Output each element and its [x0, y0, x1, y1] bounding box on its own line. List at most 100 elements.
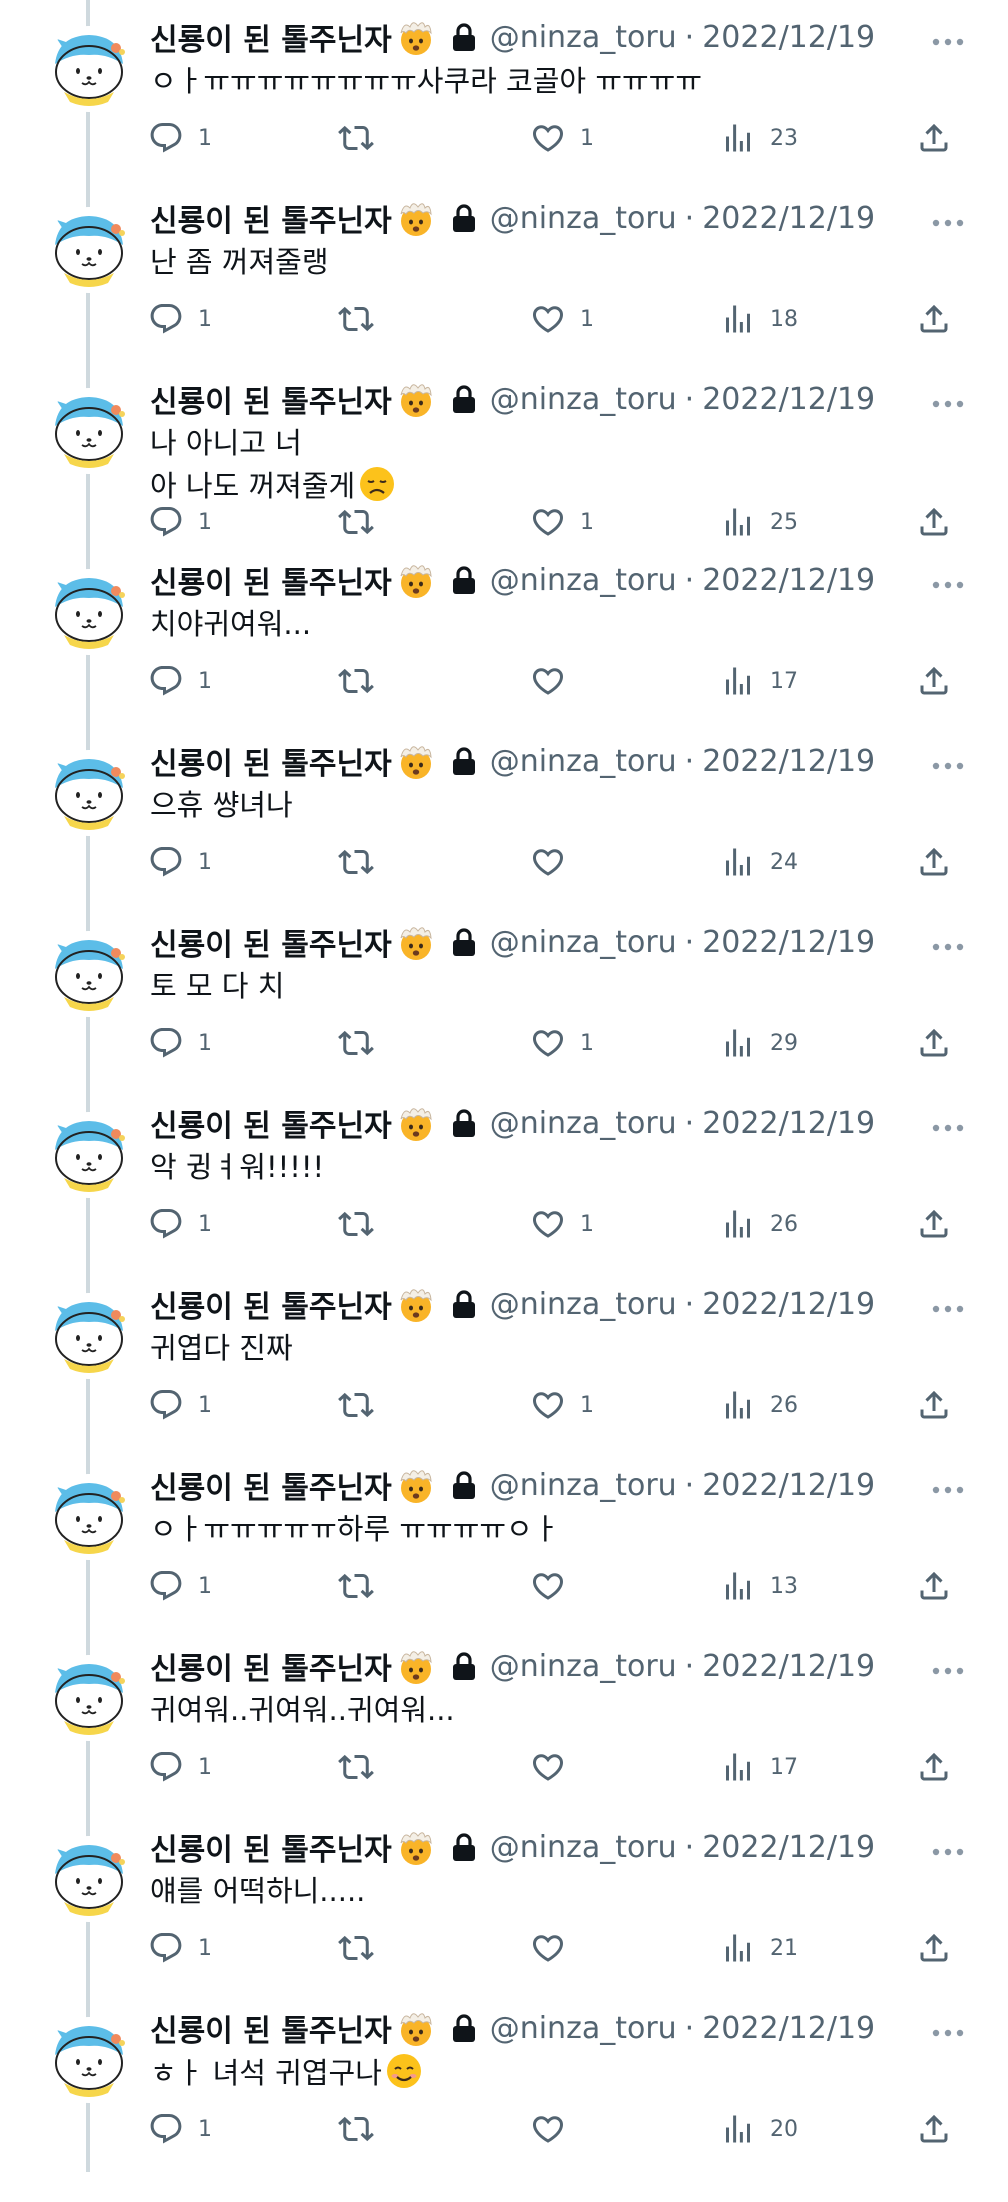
- retweet-button[interactable]: [338, 118, 374, 158]
- reply-button[interactable]: 1: [148, 502, 212, 542]
- avatar[interactable]: [46, 1655, 132, 1741]
- retweet-button[interactable]: [338, 1204, 374, 1244]
- more-icon[interactable]: [930, 2027, 966, 2039]
- author-handle[interactable]: @ninza_toru: [490, 382, 677, 417]
- reply-button[interactable]: 1: [148, 842, 212, 882]
- tweet-date[interactable]: 2022/12/19: [702, 744, 875, 779]
- reply-button[interactable]: 1: [148, 1023, 212, 1063]
- tweet[interactable]: 신룡이 된 톨주닌자 @ninza_toru · 2022/12/19 ㅎㅏ 녀…: [0, 1991, 1008, 2172]
- retweet-button[interactable]: [338, 1023, 374, 1063]
- avatar[interactable]: [46, 931, 132, 1017]
- author-display-name[interactable]: 신룡이 된 톨주닌자: [150, 1282, 392, 1326]
- avatar[interactable]: [46, 26, 132, 112]
- author-display-name[interactable]: 신룡이 된 톨주닌자: [150, 1644, 392, 1688]
- tweet[interactable]: 신룡이 된 톨주닌자 @ninza_toru · 2022/12/19 귀엽다 …: [0, 1267, 1008, 1448]
- views-button[interactable]: 17: [720, 1747, 798, 1787]
- avatar[interactable]: [46, 1836, 132, 1922]
- like-button[interactable]: 1: [530, 299, 594, 339]
- retweet-button[interactable]: [338, 2109, 374, 2149]
- more-icon[interactable]: [930, 1122, 966, 1134]
- tweet[interactable]: 신룡이 된 톨주닌자 @ninza_toru · 2022/12/19 귀여워.…: [0, 1629, 1008, 1810]
- views-button[interactable]: 26: [720, 1385, 798, 1425]
- views-button[interactable]: 18: [720, 299, 798, 339]
- share-button[interactable]: [916, 1928, 952, 1968]
- author-handle[interactable]: @ninza_toru: [490, 1649, 677, 1684]
- tweet-date[interactable]: 2022/12/19: [702, 1830, 875, 1865]
- reply-button[interactable]: 1: [148, 1928, 212, 1968]
- author-display-name[interactable]: 신룡이 된 톨주닌자: [150, 1825, 392, 1869]
- views-button[interactable]: 13: [720, 1566, 798, 1606]
- author-display-name[interactable]: 신룡이 된 톨주닌자: [150, 739, 392, 783]
- tweet[interactable]: 신룡이 된 톨주닌자 @ninza_toru · 2022/12/19 치야귀여…: [0, 543, 1008, 724]
- avatar[interactable]: [46, 750, 132, 836]
- views-button[interactable]: 21: [720, 1928, 798, 1968]
- views-button[interactable]: 26: [720, 1204, 798, 1244]
- more-icon[interactable]: [930, 1846, 966, 1858]
- share-button[interactable]: [916, 1747, 952, 1787]
- reply-button[interactable]: 1: [148, 2109, 212, 2149]
- reply-button[interactable]: 1: [148, 299, 212, 339]
- tweet-date[interactable]: 2022/12/19: [702, 1287, 875, 1322]
- like-button[interactable]: 1: [530, 1385, 594, 1425]
- avatar[interactable]: [46, 207, 132, 293]
- tweet[interactable]: 신룡이 된 톨주닌자 @ninza_toru · 2022/12/19 으휴 썅…: [0, 724, 1008, 905]
- retweet-button[interactable]: [338, 1385, 374, 1425]
- tweet-date[interactable]: 2022/12/19: [702, 563, 875, 598]
- views-button[interactable]: 23: [720, 118, 798, 158]
- reply-button[interactable]: 1: [148, 661, 212, 701]
- tweet[interactable]: 신룡이 된 톨주닌자 @ninza_toru · 2022/12/19 난 좀 …: [0, 181, 1008, 362]
- author-handle[interactable]: @ninza_toru: [490, 1287, 677, 1322]
- author-handle[interactable]: @ninza_toru: [490, 1468, 677, 1503]
- retweet-button[interactable]: [338, 1928, 374, 1968]
- tweet[interactable]: 신룡이 된 톨주닌자 @ninza_toru · 2022/12/19 악 귕ㅕ…: [0, 1086, 1008, 1267]
- tweet[interactable]: 신룡이 된 톨주닌자 @ninza_toru · 2022/12/19 ㅇㅏㅠㅠ…: [0, 0, 1008, 181]
- more-icon[interactable]: [930, 579, 966, 591]
- views-button[interactable]: 17: [720, 661, 798, 701]
- tweet-date[interactable]: 2022/12/19: [702, 2011, 875, 2046]
- views-button[interactable]: 25: [720, 502, 798, 542]
- author-handle[interactable]: @ninza_toru: [490, 1106, 677, 1141]
- avatar[interactable]: [46, 569, 132, 655]
- author-display-name[interactable]: 신룡이 된 톨주닌자: [150, 196, 392, 240]
- author-handle[interactable]: @ninza_toru: [490, 1830, 677, 1865]
- like-button[interactable]: [530, 1747, 580, 1787]
- tweet[interactable]: 신룡이 된 톨주닌자 @ninza_toru · 2022/12/19 나 아니…: [0, 362, 1008, 543]
- author-display-name[interactable]: 신룡이 된 톨주닌자: [150, 1463, 392, 1507]
- tweet-date[interactable]: 2022/12/19: [702, 20, 875, 55]
- like-button[interactable]: [530, 2109, 580, 2149]
- like-button[interactable]: [530, 661, 580, 701]
- more-icon[interactable]: [930, 760, 966, 772]
- tweet[interactable]: 신룡이 된 톨주닌자 @ninza_toru · 2022/12/19 얘를 어…: [0, 1810, 1008, 1991]
- share-button[interactable]: [916, 2109, 952, 2149]
- views-button[interactable]: 24: [720, 842, 798, 882]
- avatar[interactable]: [46, 1293, 132, 1379]
- more-icon[interactable]: [930, 1303, 966, 1315]
- like-button[interactable]: [530, 842, 580, 882]
- retweet-button[interactable]: [338, 661, 374, 701]
- avatar[interactable]: [46, 1112, 132, 1198]
- like-button[interactable]: [530, 1928, 580, 1968]
- more-icon[interactable]: [930, 1484, 966, 1496]
- more-icon[interactable]: [930, 941, 966, 953]
- more-icon[interactable]: [930, 398, 966, 410]
- tweet-date[interactable]: 2022/12/19: [702, 1468, 875, 1503]
- share-button[interactable]: [916, 1385, 952, 1425]
- like-button[interactable]: 1: [530, 1204, 594, 1244]
- avatar[interactable]: [46, 388, 132, 474]
- author-handle[interactable]: @ninza_toru: [490, 563, 677, 598]
- share-button[interactable]: [916, 1023, 952, 1063]
- share-button[interactable]: [916, 299, 952, 339]
- author-handle[interactable]: @ninza_toru: [490, 2011, 677, 2046]
- reply-button[interactable]: 1: [148, 1566, 212, 1606]
- share-button[interactable]: [916, 1204, 952, 1244]
- reply-button[interactable]: 1: [148, 1385, 212, 1425]
- retweet-button[interactable]: [338, 502, 374, 542]
- author-display-name[interactable]: 신룡이 된 톨주닌자: [150, 377, 392, 421]
- tweet-date[interactable]: 2022/12/19: [702, 201, 875, 236]
- tweet-date[interactable]: 2022/12/19: [702, 1649, 875, 1684]
- like-button[interactable]: 1: [530, 502, 594, 542]
- tweet[interactable]: 신룡이 된 톨주닌자 @ninza_toru · 2022/12/19 토 모 …: [0, 905, 1008, 1086]
- share-button[interactable]: [916, 118, 952, 158]
- more-icon[interactable]: [930, 217, 966, 229]
- author-display-name[interactable]: 신룡이 된 톨주닌자: [150, 1101, 392, 1145]
